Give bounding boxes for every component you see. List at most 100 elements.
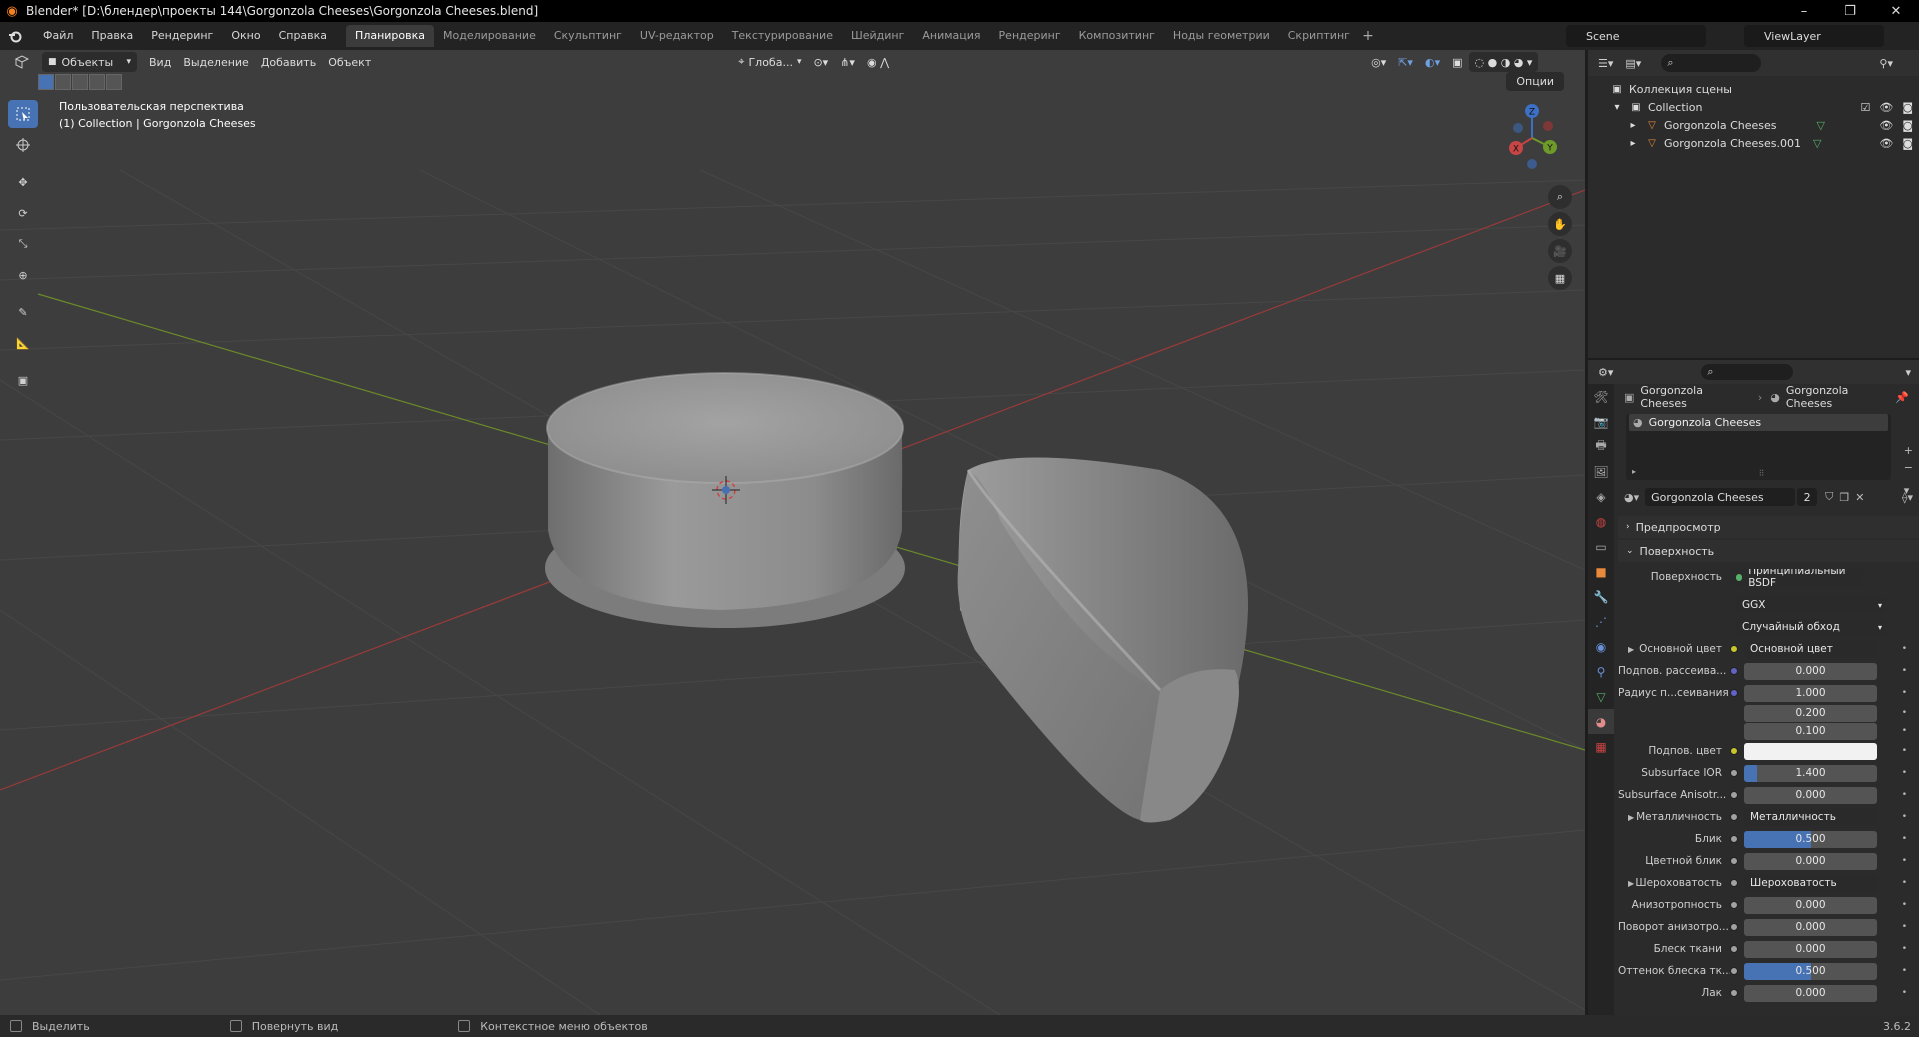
transform-tool[interactable]: ⊕ [8,261,38,289]
output-tab-icon[interactable]: 🖶 [1588,434,1614,459]
number-field[interactable]: 0.200 [1744,704,1877,722]
gizmo-toggle-button[interactable]: ⇱▾ [1392,52,1419,72]
view-layer-selector[interactable]: ViewLayer [1744,25,1884,47]
rotate-tool[interactable]: ⟳ [8,199,38,227]
input-socket-icon[interactable] [1730,857,1738,865]
modifier-tab-icon[interactable]: 🔧 [1588,584,1614,609]
input-socket-icon[interactable] [1730,747,1738,755]
menu-select[interactable]: Выделение [177,52,255,72]
number-field[interactable]: 0.000 [1744,786,1877,804]
navigation-gizmo[interactable]: Z Y X [1492,98,1572,178]
input-socket-icon[interactable] [1730,791,1738,799]
select-extend-button[interactable] [55,74,71,90]
menu-edit[interactable]: Правка [82,25,142,47]
transform-orientation-dropdown[interactable]: ⌖ Глоба... ▾ [732,52,807,72]
shading-mode-buttons[interactable]: ◌ ● ◑ ◕ ▾ [1468,52,1539,72]
scene-tab-icon[interactable]: ◈ [1588,484,1614,509]
preview-panel-header[interactable]: › Предпросмотр [1618,516,1919,538]
expand-arrow-icon[interactable]: ▸ [1626,119,1640,132]
linked-input-field[interactable]: Основной цвет [1744,640,1877,658]
number-field[interactable]: 0.000 [1744,896,1877,914]
editor-type-icon[interactable]: ⚙▾ [1598,366,1613,379]
material-tab-icon[interactable]: ◕ [1588,709,1614,734]
object-tab-icon[interactable]: ■ [1588,559,1614,584]
keyframe-dot-icon[interactable]: • [1902,856,1907,866]
expand-arrow-icon[interactable]: ▶ [1628,879,1634,888]
outliner-search-input[interactable]: ⌕ [1661,54,1762,72]
resize-handle-icon[interactable]: ⠿ [1759,469,1765,478]
camera-icon[interactable]: ◙ [1902,101,1913,114]
render-tab-icon[interactable]: 📷 [1588,409,1614,434]
world-tab-icon[interactable]: ◍ [1588,509,1614,534]
number-field[interactable]: 0.000 [1744,940,1877,958]
maximize-button[interactable]: ❐ [1827,0,1873,22]
scale-tool[interactable]: ⤡ [8,230,38,258]
keyframe-dot-icon[interactable]: • [1902,966,1907,976]
xray-toggle-button[interactable]: ▣ [1446,52,1468,72]
physics-tab-icon[interactable]: ◉ [1588,634,1614,659]
browse-material-icon[interactable]: ◕▾ [1624,491,1639,504]
number-field[interactable]: 0.000 [1744,984,1877,1002]
material-name-field[interactable]: Gorgonzola Cheeses [1645,488,1796,506]
subsurface-method-dropdown[interactable]: Случайный обход ▾ [1736,618,1886,636]
menu-file[interactable]: Файл [34,25,82,47]
input-socket-icon[interactable] [1730,769,1738,777]
input-socket-icon[interactable] [1730,901,1738,909]
keyframe-dot-icon[interactable]: • [1902,922,1907,932]
keyframe-dot-icon[interactable]: • [1902,666,1907,676]
number-field[interactable]: 0.500 [1744,962,1877,980]
particles-tab-icon[interactable]: ⋰ [1588,609,1614,634]
remove-slot-button[interactable]: − [1904,461,1913,474]
mesh-data-icon[interactable]: ▽ [1813,137,1821,150]
add-cube-tool[interactable]: ▣ [8,366,38,394]
tab-rendering[interactable]: Рендеринг [990,25,1070,47]
keyframe-dot-icon[interactable]: • [1902,688,1907,698]
tab-texture-paint[interactable]: Текстурирование [723,25,842,47]
tab-animation[interactable]: Анимация [913,25,989,47]
keyframe-dot-icon[interactable]: • [1902,644,1907,654]
tool-tab-icon[interactable]: 🛠 [1588,384,1614,409]
checkbox-icon[interactable]: ☑ [1860,101,1870,114]
pivot-point-button[interactable]: ⊙▾ [807,52,834,72]
input-socket-icon[interactable] [1730,645,1738,653]
options-dropdown[interactable]: Опции [1506,72,1564,91]
keyframe-dot-icon[interactable]: • [1902,900,1907,910]
number-field[interactable]: 0.000 [1744,852,1877,870]
select-box-tool[interactable] [8,100,38,128]
measure-tool[interactable]: 📐 [8,329,38,357]
proportional-edit-button[interactable]: ◉ ⋀ [861,52,895,72]
scene-selector[interactable]: Scene [1566,25,1706,47]
number-field[interactable]: 1.400 [1744,764,1877,782]
keyframe-dot-icon[interactable]: • [1902,878,1907,888]
3d-viewport[interactable]: ■ Объекты ▾ Вид Выделение Добавить Объек… [0,50,1585,1015]
eye-icon[interactable]: 👁 [1879,119,1893,132]
tab-shading[interactable]: Шейдинг [842,25,913,47]
color-swatch[interactable] [1744,742,1877,760]
linked-input-field[interactable]: Металличность [1744,808,1877,826]
camera-icon[interactable]: ◙ [1902,137,1913,150]
select-subtract-button[interactable] [72,74,88,90]
input-socket-icon[interactable] [1730,967,1738,975]
texture-tab-icon[interactable]: ▦ [1588,734,1614,759]
eye-icon[interactable]: 👁 [1879,101,1893,114]
camera-icon[interactable]: ◙ [1902,119,1913,132]
select-new-button[interactable] [38,74,54,90]
menu-render[interactable]: Рендеринг [142,25,222,47]
outliner-object-row[interactable]: ▸ ▽ Gorgonzola Cheeses ▽ 👁 ◙ [1588,116,1919,134]
menu-add[interactable]: Добавить [255,52,322,72]
expand-arrow-icon[interactable]: ▶ [1628,813,1634,822]
cheese-wedge-object[interactable] [957,457,1249,823]
close-button[interactable]: ✕ [1873,0,1919,22]
keyframe-dot-icon[interactable]: • [1902,768,1907,778]
input-socket-icon[interactable] [1730,989,1738,997]
expand-arrow-icon[interactable]: ▸ [1632,467,1636,476]
menu-object[interactable]: Объект [322,52,377,72]
input-socket-icon[interactable] [1730,945,1738,953]
duplicate-icon[interactable]: ❐ [1839,491,1849,504]
keyframe-dot-icon[interactable]: • [1902,834,1907,844]
constraints-tab-icon[interactable]: ⚲ [1588,659,1614,684]
unlink-icon[interactable]: ✕ [1855,491,1864,504]
pin-icon[interactable]: 📌 [1895,391,1909,404]
keyframe-dot-icon[interactable]: • [1902,988,1907,998]
visibility-button[interactable]: ◎▾ [1365,52,1392,72]
